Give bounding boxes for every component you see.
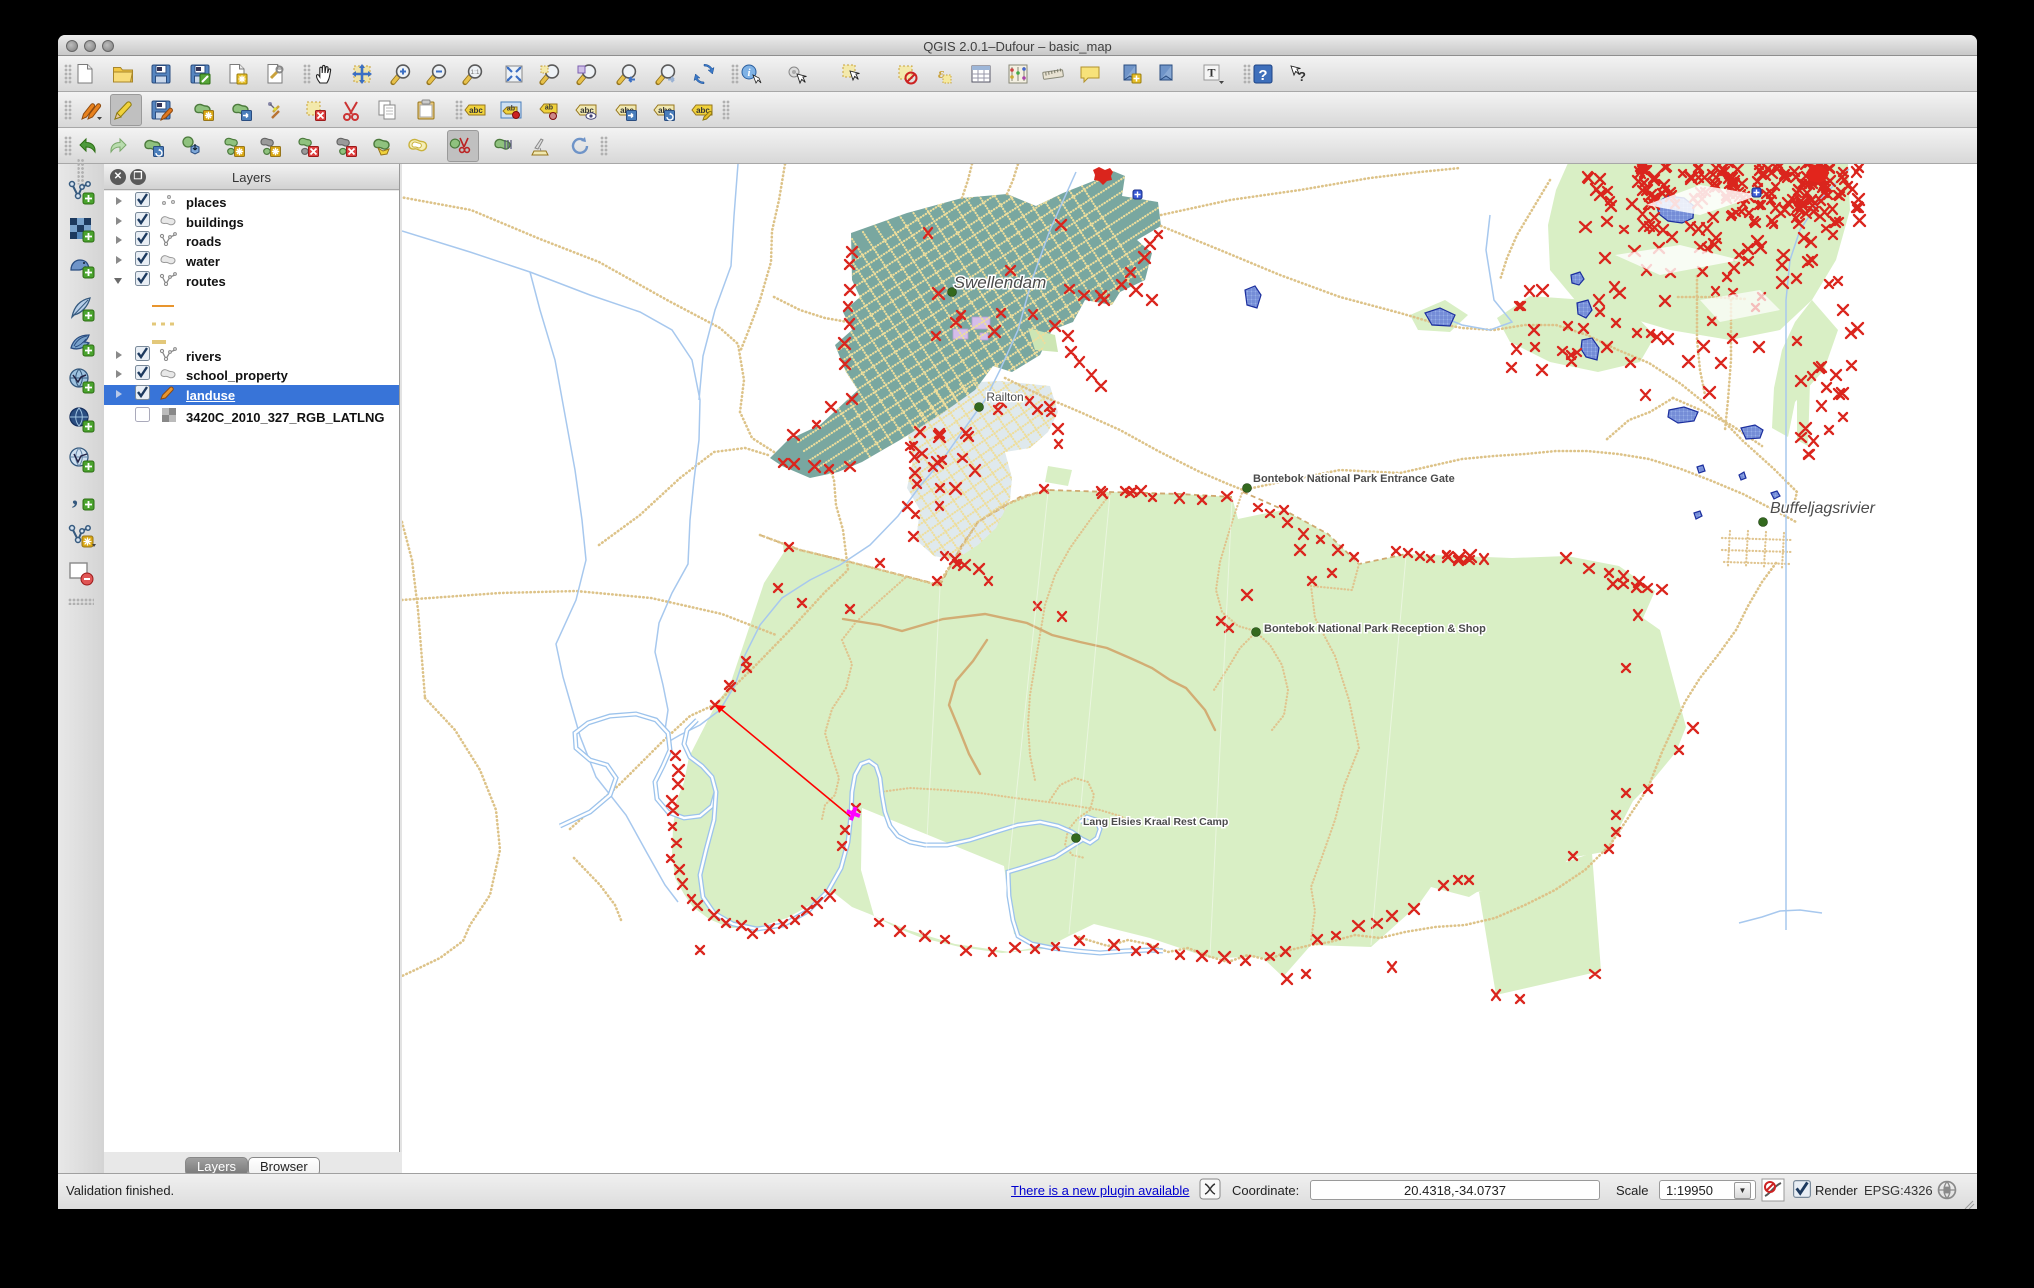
svg-text:ab: ab bbox=[545, 105, 553, 112]
svg-text:Lang Elsies Kraal Rest Camp: Lang Elsies Kraal Rest Camp bbox=[1083, 816, 1228, 828]
svg-text:Bontebok National Park Recepti: Bontebok National Park Reception & Shop bbox=[1264, 623, 1486, 635]
svg-text:Railton: Railton bbox=[986, 390, 1023, 404]
svg-text:?: ? bbox=[1298, 69, 1306, 84]
svg-text:1:1: 1:1 bbox=[470, 69, 479, 76]
svg-text:abc: abc bbox=[469, 106, 483, 115]
svg-text:Bontebok National Park Entranc: Bontebok National Park Entrance Gate bbox=[1253, 473, 1455, 485]
svg-text:ab: ab bbox=[507, 106, 515, 113]
svg-text:?: ? bbox=[1258, 67, 1267, 84]
svg-text:T: T bbox=[1207, 66, 1215, 80]
svg-text:,: , bbox=[72, 484, 78, 510]
svg-text:Buffeljagsrivier: Buffeljagsrivier bbox=[1770, 500, 1876, 517]
svg-text:Swellendam: Swellendam bbox=[954, 273, 1047, 292]
